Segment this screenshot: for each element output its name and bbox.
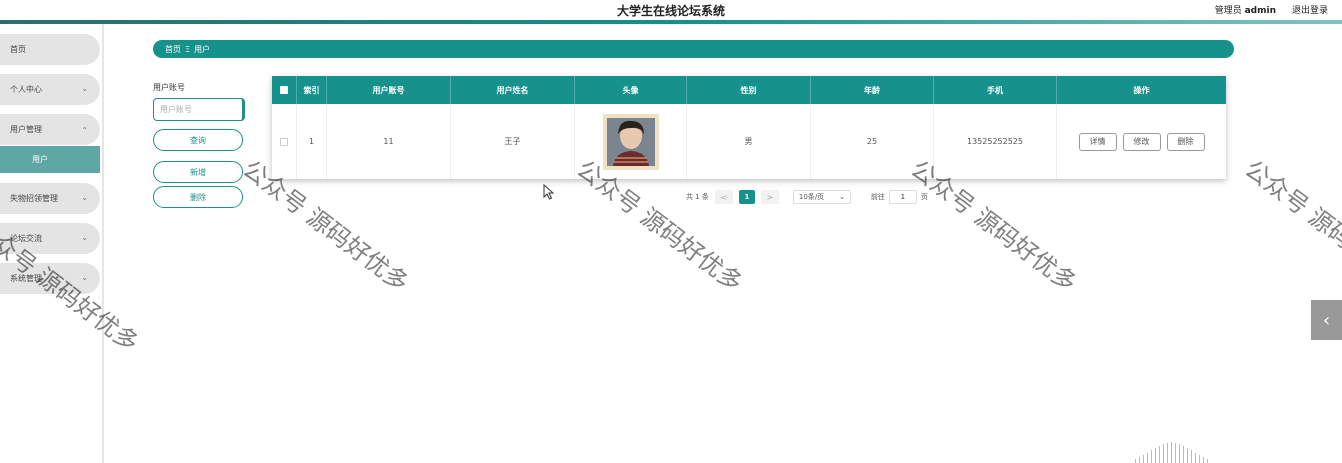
cell-index: 1: [297, 104, 327, 179]
sidebar-item-personal-center[interactable]: 个人中心 ⌄: [0, 74, 100, 105]
cell-gender: 男: [687, 104, 811, 179]
row-delete-button[interactable]: 删除: [1166, 132, 1205, 151]
col-header-name: 用户姓名: [451, 76, 575, 104]
app-title: 大学生在线论坛系统: [616, 4, 725, 18]
row-select-cell[interactable]: [272, 104, 297, 179]
cell-phone: 13525252525: [934, 104, 1057, 179]
cell-avatar: [575, 104, 687, 179]
query-button[interactable]: 查询: [153, 129, 243, 151]
decorative-audio-bars: [1135, 440, 1265, 463]
avatar-image: [602, 113, 659, 170]
breadcrumb-separator: Ξ: [185, 44, 191, 54]
sidebar-item-user-management[interactable]: 用户管理 ⌃: [0, 114, 100, 145]
sidebar-item-system[interactable]: 系统管理 ⌄: [0, 263, 100, 294]
table-row: 1 11 王子 男 25 13525252525 详情 修改 删除: [272, 104, 1226, 179]
account-search-input[interactable]: [153, 98, 245, 121]
edit-button[interactable]: 修改: [1122, 132, 1161, 151]
header-divider: [0, 20, 1342, 24]
goto-page-input[interactable]: [888, 190, 917, 204]
chevron-down-icon: ⌄: [81, 193, 88, 202]
logout-link[interactable]: 退出登录: [1292, 3, 1328, 16]
breadcrumb: 首页 Ξ 用户: [153, 40, 1234, 58]
select-all-checkbox[interactable]: [280, 86, 288, 94]
sidebar-item-forum[interactable]: 论坛交流 ⌄: [0, 223, 100, 254]
watermark: 公众号 源码好优多: [1239, 154, 1342, 298]
page-number-button[interactable]: 1: [738, 190, 755, 204]
users-table: 索引 用户账号 用户姓名 头像 性别 年龄 手机 操作 1 11 王子 男 25…: [272, 76, 1226, 179]
breadcrumb-current: 用户: [194, 44, 211, 54]
chevron-up-icon: ⌃: [81, 126, 88, 135]
col-header-age: 年龄: [811, 76, 934, 104]
sidebar-subitem-users[interactable]: 用户: [0, 146, 100, 173]
row-actions: 详情 修改 删除: [1078, 132, 1205, 151]
page-size-select[interactable]: 10条/页 ⌄: [792, 190, 851, 204]
sidebar: 首页 个人中心 ⌄ 用户管理 ⌃ 用户 失物招领管理 ⌄ 论坛交流 ⌄ 系统管理…: [0, 24, 104, 463]
breadcrumb-home[interactable]: 首页: [165, 44, 181, 55]
cell-actions: 详情 修改 删除: [1057, 104, 1226, 179]
cell-name: 王子: [451, 104, 575, 179]
cell-account: 11: [327, 104, 451, 179]
col-header-gender: 性别: [687, 76, 811, 104]
col-header-actions: 操作: [1133, 85, 1150, 95]
header-user-area: 管理员 admin 退出登录: [1215, 3, 1328, 16]
add-button[interactable]: 新增: [153, 161, 243, 183]
detail-button[interactable]: 详情: [1078, 132, 1117, 151]
collapse-panel-button[interactable]: ‹: [1311, 300, 1342, 340]
col-header-index: 索引: [297, 76, 327, 104]
table-header: 索引 用户账号 用户姓名 头像 性别 年龄 手机 操作: [272, 76, 1226, 104]
mouse-cursor-icon: [543, 184, 555, 200]
row-checkbox[interactable]: [280, 137, 288, 146]
page-goto: 前往 页: [871, 190, 928, 204]
next-page-button[interactable]: >: [760, 190, 779, 204]
select-all-cell[interactable]: [272, 76, 297, 104]
chevron-down-icon: ⌄: [81, 233, 88, 242]
col-header-phone: 手机: [934, 76, 1057, 104]
sidebar-item-lost-found[interactable]: 失物招领管理 ⌄: [0, 183, 100, 214]
chevron-down-icon: ⌄: [81, 84, 88, 93]
col-header-avatar: 头像: [575, 76, 687, 104]
search-label: 用户账号: [153, 83, 185, 92]
chevron-down-icon: ⌄: [81, 273, 88, 282]
delete-button[interactable]: 删除: [153, 186, 243, 208]
prev-page-button[interactable]: <: [714, 190, 733, 204]
cell-age: 25: [811, 104, 934, 179]
top-header: 大学生在线论坛系统 管理员 admin 退出登录: [0, 0, 1342, 20]
pagination-total: 共 1 条: [686, 193, 709, 201]
col-header-account: 用户账号: [327, 76, 451, 104]
chevron-down-icon: ⌄: [839, 193, 845, 201]
avatar-photo-icon[interactable]: [602, 113, 659, 170]
admin-label: 管理员 admin: [1214, 6, 1276, 16]
sidebar-item-home[interactable]: 首页: [0, 34, 100, 65]
pagination: 共 1 条 < 1 > 10条/页 ⌄ 前往 页: [686, 190, 928, 204]
